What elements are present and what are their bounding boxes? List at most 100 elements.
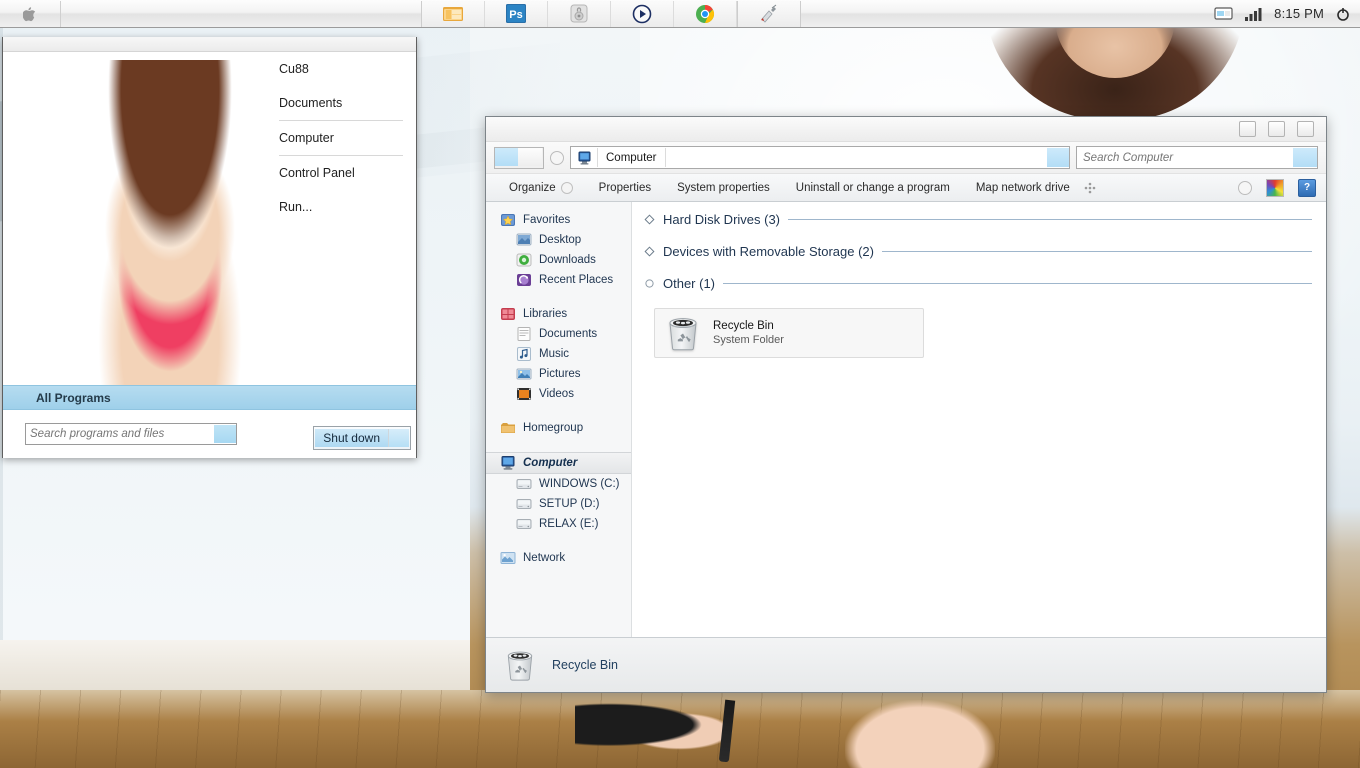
group-divider — [723, 283, 1312, 284]
all-programs-button[interactable]: All Programs — [3, 385, 416, 410]
taskbar-app-buttons: Ps — [421, 0, 801, 27]
group-header-hard-disk-drives[interactable]: Hard Disk Drives (3) — [644, 212, 1312, 227]
libraries-icon — [501, 308, 515, 320]
group-divider — [881, 251, 1312, 252]
sidebar-item-desktop[interactable]: Desktop — [486, 230, 631, 250]
forward-button[interactable] — [518, 147, 542, 166]
toolbar-uninstall-or-change-a-program[interactable]: Uninstall or change a program — [783, 175, 963, 200]
homegroup-icon — [501, 423, 515, 433]
sidebar-label: Desktop — [539, 234, 582, 246]
recycle-bin-icon — [669, 318, 697, 351]
view-circle-icon[interactable] — [1238, 180, 1252, 195]
sidebar-item-relax-e[interactable]: RELAX (E:) — [486, 514, 631, 534]
toolbar-map-network-drive[interactable]: Map network drive — [963, 175, 1083, 200]
sidebar-item-favorites[interactable]: Favorites — [486, 210, 631, 230]
shutdown-options-arrow[interactable] — [388, 429, 409, 447]
taskbar: Ps 8:15 PM — [0, 0, 1360, 28]
tray-power[interactable] — [1336, 7, 1350, 21]
photoshop-taskbar-icon: Ps — [506, 4, 526, 23]
sidebar-item-network[interactable]: Network — [486, 548, 631, 568]
group-label: Devices with Removable Storage (2) — [663, 244, 874, 259]
explorer-search-input[interactable] — [1077, 150, 1293, 165]
sidebar-item-setup-d[interactable]: SETUP (D:) — [486, 494, 631, 514]
change-view-icon[interactable] — [1266, 178, 1284, 197]
explorer-title-bar[interactable] — [486, 117, 1326, 142]
start-menu-item-computer[interactable]: Computer — [277, 121, 405, 155]
start-menu-search-wrapper — [25, 423, 237, 445]
taskbar-app-chrome[interactable] — [674, 0, 737, 27]
taskbar-app-windows-explorer[interactable] — [422, 0, 485, 27]
sidebar-label: Libraries — [523, 308, 568, 320]
breadcrumb-bar[interactable]: Computer — [570, 146, 1070, 169]
refresh-button[interactable] — [1047, 148, 1069, 167]
sidebar-label: Computer — [523, 457, 578, 469]
tray-clock[interactable]: 8:15 PM — [1274, 6, 1324, 21]
item-name: Recycle Bin — [713, 320, 774, 332]
drag-dots-icon[interactable] — [1083, 181, 1097, 195]
explorer-search-button[interactable] — [1293, 148, 1317, 167]
start-menu-right-column: Cu88 Documents Computer Control Panel Ru… — [277, 52, 405, 224]
google-chrome-taskbar-icon — [696, 4, 715, 23]
sidebar-label: Homegroup — [523, 422, 584, 434]
toolbar-organize[interactable]: Organize — [496, 175, 586, 200]
item-recycle-bin[interactable]: Recycle Bin System Folder — [654, 308, 924, 358]
system-tray: 8:15 PM — [1214, 1, 1360, 27]
back-button[interactable] — [495, 147, 518, 166]
videos-library-icon — [517, 388, 531, 400]
recent-pages-dropdown[interactable] — [550, 150, 564, 165]
help-button[interactable]: ? — [1298, 178, 1316, 197]
close-button[interactable] — [1297, 121, 1314, 137]
toolbar-right-group: ? — [1238, 178, 1316, 197]
start-menu-bottom: Shut down — [3, 410, 416, 458]
desktop-icon — [516, 233, 532, 246]
taskbar-app-media-device[interactable] — [548, 0, 611, 27]
item-subtitle: System Folder — [713, 334, 784, 346]
sidebar-item-libraries[interactable]: Libraries — [486, 304, 631, 324]
sidebar-item-windows-c[interactable]: WINDOWS (C:) — [486, 474, 631, 494]
group-header-other[interactable]: Other (1) — [644, 276, 1312, 291]
sidebar-label: RELAX (E:) — [539, 518, 599, 530]
start-button[interactable] — [0, 0, 61, 27]
start-menu-search-input[interactable] — [26, 424, 214, 444]
sidebar-label: Favorites — [523, 214, 571, 226]
sidebar-item-music[interactable]: Music — [486, 344, 631, 364]
start-menu-item-run[interactable]: Run... — [277, 190, 405, 224]
toolbar-properties[interactable]: Properties — [586, 175, 664, 200]
sidebar-label: Documents — [539, 328, 598, 340]
maximize-button[interactable] — [1268, 121, 1285, 137]
sidebar-item-homegroup[interactable]: Homegroup — [486, 418, 631, 438]
power-icon — [1337, 7, 1349, 21]
tray-show-desktop[interactable] — [1214, 6, 1233, 21]
minimize-button[interactable] — [1239, 121, 1256, 137]
sidebar-item-computer[interactable]: Computer — [486, 452, 631, 474]
shutdown-button[interactable]: Shut down — [315, 429, 388, 447]
items-container: Recycle Bin System Folder — [644, 308, 1312, 358]
taskbar-app-photoshop[interactable]: Ps — [485, 0, 548, 27]
media-player-taskbar-icon — [632, 4, 652, 23]
sidebar-item-pictures[interactable]: Pictures — [486, 364, 631, 384]
sidebar-label: Pictures — [539, 368, 581, 380]
start-menu-item-cu88[interactable]: Cu88 — [277, 52, 405, 86]
toolbar-system-properties[interactable]: System properties — [664, 175, 783, 200]
collapsed-diamond-icon — [644, 214, 655, 225]
sidebar-label: Network — [523, 552, 566, 564]
taskbar-app-media-player[interactable] — [611, 0, 674, 27]
explorer-search-wrapper — [1076, 146, 1318, 169]
start-menu-search-button[interactable] — [214, 425, 236, 443]
start-menu-item-documents[interactable]: Documents — [277, 86, 405, 120]
explorer-main-area: Favorites Desktop Downloads Recent Place… — [486, 202, 1326, 637]
sidebar-item-videos[interactable]: Videos — [486, 384, 631, 404]
computer-icon — [501, 456, 515, 470]
chevron-down-icon — [560, 181, 573, 194]
group-label: Other (1) — [663, 276, 716, 291]
taskbar-app-paint-tool[interactable] — [737, 0, 800, 27]
sidebar-item-recent-places[interactable]: Recent Places — [486, 270, 631, 290]
sidebar-item-documents[interactable]: Documents — [486, 324, 631, 344]
tray-network[interactable] — [1245, 7, 1262, 21]
breadcrumb-computer[interactable]: Computer — [598, 148, 666, 167]
computer-icon — [578, 151, 590, 164]
group-header-devices-removable-storage[interactable]: Devices with Removable Storage (2) — [644, 244, 1312, 259]
sidebar-item-downloads[interactable]: Downloads — [486, 250, 631, 270]
start-menu-item-control-panel[interactable]: Control Panel — [277, 156, 405, 190]
